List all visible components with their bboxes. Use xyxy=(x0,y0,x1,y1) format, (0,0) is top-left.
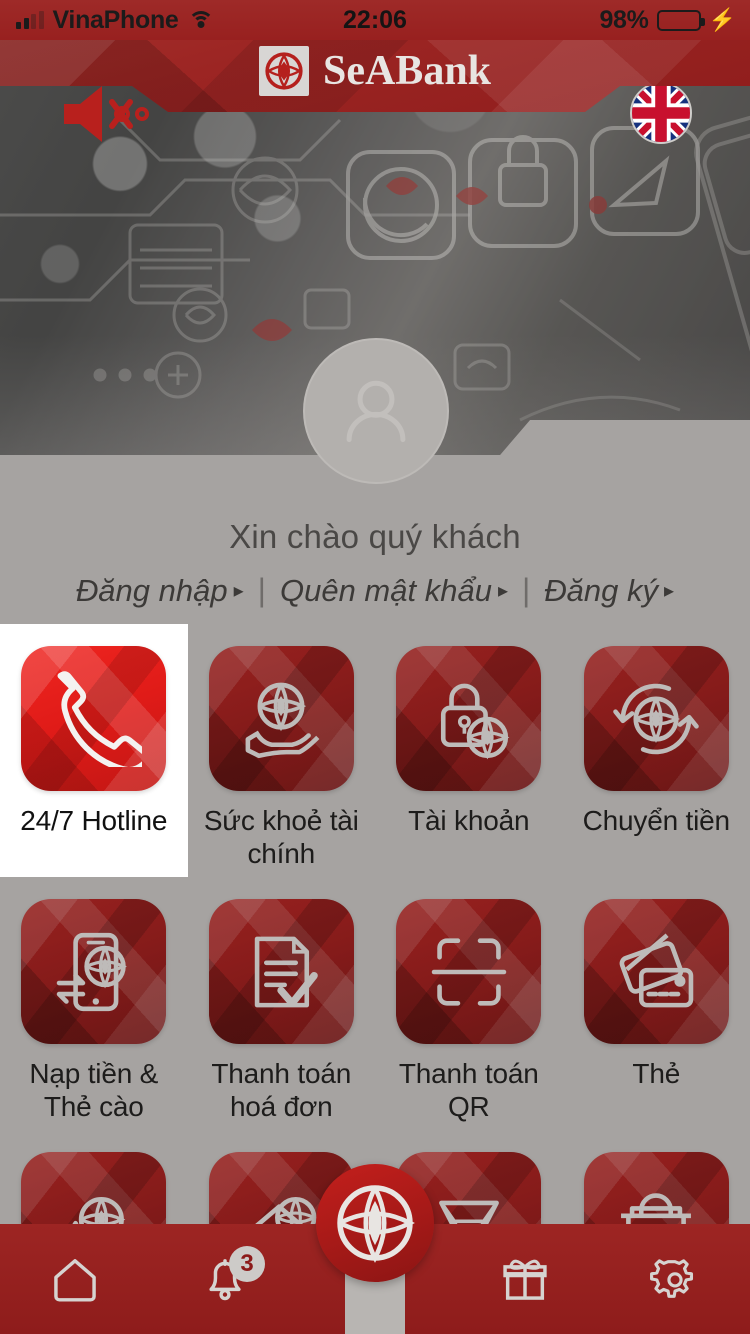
menu-tile-label: Sức khoẻ tài chính xyxy=(203,805,359,869)
menu-tile-label: Chuyển tiền xyxy=(582,805,730,836)
status-bar: VinaPhone 22:06 98% ⚡ xyxy=(0,0,750,40)
brand-name: SeABank xyxy=(322,48,492,94)
app-screen: SeABank VinaPhone 22:06 98% ⚡ Xin chào q… xyxy=(0,0,750,1334)
app-brand-header: SeABank xyxy=(0,42,750,100)
menu-tile-label: 24/7 Hotline xyxy=(20,805,168,836)
battery-percent-label: 98% xyxy=(599,5,649,34)
chevron-right-icon: ▸ xyxy=(664,579,675,602)
auth-separator: | xyxy=(521,572,531,608)
menu-tile-label: Thẻ xyxy=(632,1058,681,1089)
login-link-label: Đăng nhập xyxy=(75,572,228,608)
login-link[interactable]: Đăng nhập ▸ xyxy=(62,573,258,609)
chevron-right-icon: ▸ xyxy=(497,579,508,602)
phone-topup-icon xyxy=(21,899,167,1044)
status-bar-left: VinaPhone xyxy=(0,6,280,35)
nav-item-home[interactable] xyxy=(0,1224,150,1334)
greeting-text: Xin chào quý khách xyxy=(229,518,521,555)
transfer-arrows-diamond-icon xyxy=(583,646,729,791)
user-avatar-placeholder-icon[interactable] xyxy=(303,338,449,484)
menu-tile-bill-payment[interactable]: Thanh toán hoá đơn xyxy=(188,877,376,1130)
chevron-right-icon: ▸ xyxy=(233,579,244,602)
nav-item-settings[interactable] xyxy=(600,1224,750,1334)
menu-tile-cards[interactable]: Thẻ xyxy=(563,877,750,1130)
menu-tile-label: Tài khoản xyxy=(408,805,530,836)
seabank-diamond-logo xyxy=(258,46,309,96)
battery-icon xyxy=(656,9,705,31)
qr-scan-icon xyxy=(396,899,542,1044)
invoice-check-icon xyxy=(208,899,354,1044)
menu-tile-hotline[interactable]: 24/7 Hotline xyxy=(0,624,188,877)
forgot-password-link-label: Quên mật khẩu xyxy=(279,572,492,608)
status-bar-center: 22:06 xyxy=(280,6,470,35)
notification-badge: 3 xyxy=(229,1246,265,1282)
signal-bars-icon xyxy=(16,11,44,29)
carrier-label: VinaPhone xyxy=(52,5,179,34)
status-bar-right: 98% ⚡ xyxy=(470,6,750,35)
hand-diamond-icon xyxy=(208,646,354,791)
forgot-password-link[interactable]: Quên mật khẩu ▸ xyxy=(266,573,522,609)
auth-links-row: Đăng nhập ▸ | Quên mật khẩu ▸ | Đăng ký … xyxy=(0,572,750,609)
gift-icon xyxy=(503,1259,547,1300)
auth-separator: | xyxy=(257,572,266,608)
wifi-icon xyxy=(187,10,214,30)
menu-tile-label: Thanh toán QR xyxy=(398,1058,539,1122)
menu-tile-transfer[interactable]: Chuyển tiền xyxy=(563,624,750,877)
phone-icon xyxy=(21,646,167,791)
menu-tile-financial-health[interactable]: Sức khoẻ tài chính xyxy=(188,624,376,877)
menu-tile-topup[interactable]: Nạp tiền & Thẻ cào xyxy=(0,877,188,1130)
register-link[interactable]: Đăng ký ▸ xyxy=(530,573,688,609)
menu-tile-label: Thanh toán hoá đơn xyxy=(211,1058,352,1122)
menu-tile-account[interactable]: Tài khoản xyxy=(375,624,563,877)
credit-cards-icon xyxy=(583,899,729,1044)
nav-item-gifts[interactable] xyxy=(450,1224,600,1334)
nav-item-notifications[interactable]: 3 xyxy=(150,1224,300,1334)
gear-icon xyxy=(650,1259,694,1298)
home-icon xyxy=(54,1259,96,1302)
seabank-diamond-logo xyxy=(337,1185,415,1263)
clock-label: 22:06 xyxy=(343,5,407,34)
menu-tile-qr-payment[interactable]: Thanh toán QR xyxy=(375,877,563,1130)
charging-bolt-icon: ⚡ xyxy=(708,7,736,32)
menu-tile-label: Nạp tiền & Thẻ cào xyxy=(29,1058,159,1122)
seabank-home-fab-button[interactable] xyxy=(316,1164,434,1282)
register-link-label: Đăng ký xyxy=(544,572,659,608)
lock-diamond-icon xyxy=(396,646,542,791)
